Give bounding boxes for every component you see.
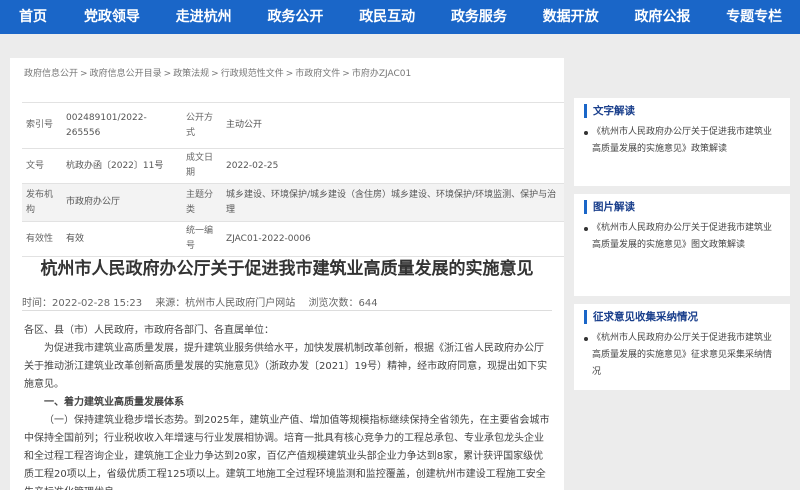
code-label: 统一编号 (182, 221, 222, 257)
nav-government-gazette[interactable]: 政府公报 (617, 0, 709, 34)
graphic-interpretation-panel: 图片解读 《杭州市人民政府办公厅关于促进我市建筑业高质量发展的实施意见》图文政策… (574, 194, 790, 296)
bullet-icon (584, 337, 588, 341)
section-heading: 一、着力建筑业高质量发展体系 (44, 397, 184, 408)
bullet-icon (584, 227, 588, 231)
sidebar: 文字解读 《杭州市人民政府办公厅关于促进我市建筑业高质量发展的实施意见》政策解读… (574, 98, 790, 398)
publish-time: 时间：2022-02-28 15:23 (22, 298, 143, 309)
article-title: 杭州市人民政府办公厅关于促进我市建筑业高质量发展的实施意见 (40, 259, 534, 279)
nav-government-affairs[interactable]: 政务公开 (250, 0, 342, 34)
panel-title: 征求意见收集采纳情况 (584, 310, 780, 324)
validity-label: 有效性 (22, 221, 62, 257)
breadcrumb-item[interactable]: 政府信息公开 (24, 69, 78, 79)
view-count: 浏览次数：644 (308, 298, 378, 309)
article-body: 各区、县（市）人民政府，市政府各部门、各直属单位： 为促进我市建筑业高质量发展，… (24, 322, 552, 490)
breadcrumb: 政府信息公开 > 政府信息公开目录 > 政策法规 > 行政规范性文件 > 市政府文件 > 市府办ZJ… (24, 66, 411, 79)
disclosure-value: 主动公开 (222, 102, 564, 149)
breadcrumb-separator: > (285, 69, 294, 79)
nav-open-data[interactable]: 数据开放 (525, 0, 617, 34)
breadcrumb-separator: > (342, 69, 350, 79)
document-info-table: 索引号 002489101/2022-265556 公开方式 主动公开 文号 杭… (22, 102, 564, 257)
nav-public-interaction[interactable]: 政民互动 (341, 0, 433, 34)
issuer-value: 市政府办公厅 (62, 183, 182, 222)
nav-special-topics[interactable]: 专题专栏 (708, 0, 800, 34)
date-value: 2022-02-25 (222, 148, 564, 184)
subject-value: 城乡建设、环境保护/城乡建设（含住房）城乡建设、环境保护/环境监测、保护与治理 (222, 183, 564, 222)
paragraph: 为促进我市建筑业高质量发展，提升建筑业服务供给水平，加快发展机制改革创新，根据《… (24, 343, 548, 390)
link-text: 《杭州市人民政府办公厅关于促进我市建筑业高质量发展的实施意见》征求意见采集采纳情… (592, 333, 773, 377)
top-nav: 首页 党政领导 走进杭州 政务公开 政民互动 政务服务 数据开放 政府公报 专题… (0, 0, 800, 34)
subject-label: 主题分类 (182, 183, 222, 222)
breadcrumb-item[interactable]: 政策法规 (173, 69, 209, 79)
code-value: ZJAC01-2022-0006 (222, 221, 564, 257)
panel-title: 文字解读 (584, 104, 780, 118)
docno-value: 杭政办函〔2022〕11号 (62, 148, 182, 184)
nav-government-services[interactable]: 政务服务 (433, 0, 525, 34)
link-text: 《杭州市人民政府办公厅关于促进我市建筑业高质量发展的实施意见》政策解读 (592, 127, 773, 154)
nav-home[interactable]: 首页 (0, 0, 66, 34)
paragraph: （一）保持建筑业稳步增长态势。到2025年，建筑业产值、增加值等规模指标继续保持… (24, 415, 550, 490)
salutation: 各区、县（市）人民政府，市政府各部门、各直属单位： (24, 325, 274, 336)
article-meta: 时间：2022-02-28 15:23 来源：杭州市人民政府门户网站 浏览次数：… (22, 294, 388, 309)
index-label: 索引号 (22, 102, 62, 149)
breadcrumb-separator: > (211, 69, 219, 79)
docno-label: 文号 (22, 148, 62, 184)
breadcrumb-item[interactable]: 政府信息公开目录 (90, 69, 162, 79)
issuer-label: 发布机构 (22, 183, 62, 222)
breadcrumb-item[interactable]: 市府办ZJAC01 (352, 69, 411, 79)
panel-title: 图片解读 (584, 200, 780, 214)
date-label: 成文日期 (182, 148, 222, 184)
breadcrumb-separator: > (163, 69, 172, 79)
nav-about-hangzhou[interactable]: 走进杭州 (158, 0, 250, 34)
graphic-interpretation-link[interactable]: 《杭州市人民政府办公厅关于促进我市建筑业高质量发展的实施意见》图文政策解读 (584, 220, 780, 254)
article-container: 政府信息公开 > 政府信息公开目录 > 政策法规 > 行政规范性文件 > 市政府文件 > 市府办ZJ… (10, 58, 564, 490)
validity-value: 有效 (62, 221, 182, 257)
nav-party-leadership[interactable]: 党政领导 (66, 0, 158, 34)
opinion-collection-link[interactable]: 《杭州市人民政府办公厅关于促进我市建筑业高质量发展的实施意见》征求意见采集采纳情… (584, 330, 780, 381)
disclosure-label: 公开方式 (182, 102, 222, 149)
index-value: 002489101/2022-265556 (62, 102, 182, 149)
article-source: 来源：杭州市人民政府门户网站 (155, 298, 296, 309)
breadcrumb-separator: > (80, 69, 88, 79)
opinion-collection-panel: 征求意见收集采纳情况 《杭州市人民政府办公厅关于促进我市建筑业高质量发展的实施意… (574, 304, 790, 390)
meta-divider (22, 310, 552, 311)
breadcrumb-item[interactable]: 行政规范性文件 (221, 69, 284, 79)
link-text: 《杭州市人民政府办公厅关于促进我市建筑业高质量发展的实施意见》图文政策解读 (592, 223, 773, 250)
breadcrumb-item[interactable]: 市政府文件 (295, 69, 340, 79)
text-interpretation-link[interactable]: 《杭州市人民政府办公厅关于促进我市建筑业高质量发展的实施意见》政策解读 (584, 124, 780, 158)
bullet-icon (584, 131, 588, 135)
text-interpretation-panel: 文字解读 《杭州市人民政府办公厅关于促进我市建筑业高质量发展的实施意见》政策解读 (574, 98, 790, 186)
